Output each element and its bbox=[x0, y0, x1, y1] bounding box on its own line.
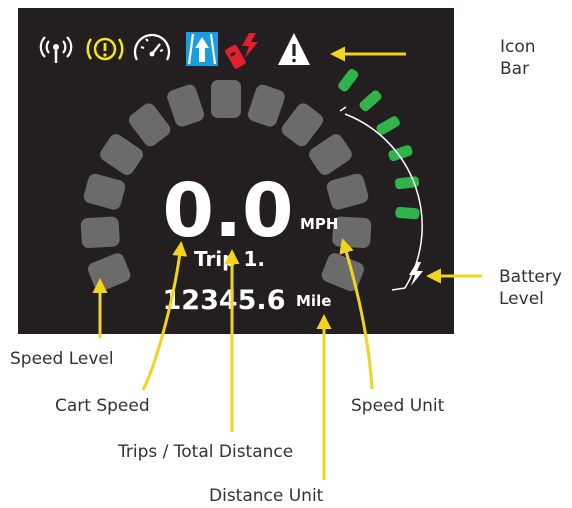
icon-bar-label-line1: Icon bbox=[500, 37, 536, 57]
speed-unit: MPH bbox=[300, 215, 338, 233]
speed-level-segment bbox=[211, 80, 241, 118]
battery-level-label-line2: Level bbox=[499, 289, 544, 309]
speed-level-segment bbox=[80, 216, 120, 249]
distance-unit: Mile bbox=[296, 292, 331, 310]
speed-unit-label: Speed Unit bbox=[351, 396, 445, 416]
distance-unit-label: Distance Unit bbox=[209, 486, 324, 506]
road-lane-icon bbox=[186, 32, 218, 66]
battery-level-segment bbox=[395, 206, 420, 220]
trip-label: Trip 1. bbox=[194, 247, 265, 271]
trips-total-distance-label: Trips / Total Distance bbox=[117, 442, 293, 462]
speed-level-label: Speed Level bbox=[10, 349, 114, 369]
battery-level-label-line1: Battery bbox=[499, 267, 562, 287]
speed-value: 0.0 bbox=[162, 168, 293, 254]
cart-speed-label: Cart Speed bbox=[55, 396, 150, 416]
distance-value: 12345.6 bbox=[163, 285, 286, 316]
icon-bar-label-line2: Bar bbox=[500, 59, 529, 79]
dashboard-diagram: 0.0 MPH Trip 1. 12345.6 Mile Icon Bar Ba… bbox=[10, 8, 562, 506]
